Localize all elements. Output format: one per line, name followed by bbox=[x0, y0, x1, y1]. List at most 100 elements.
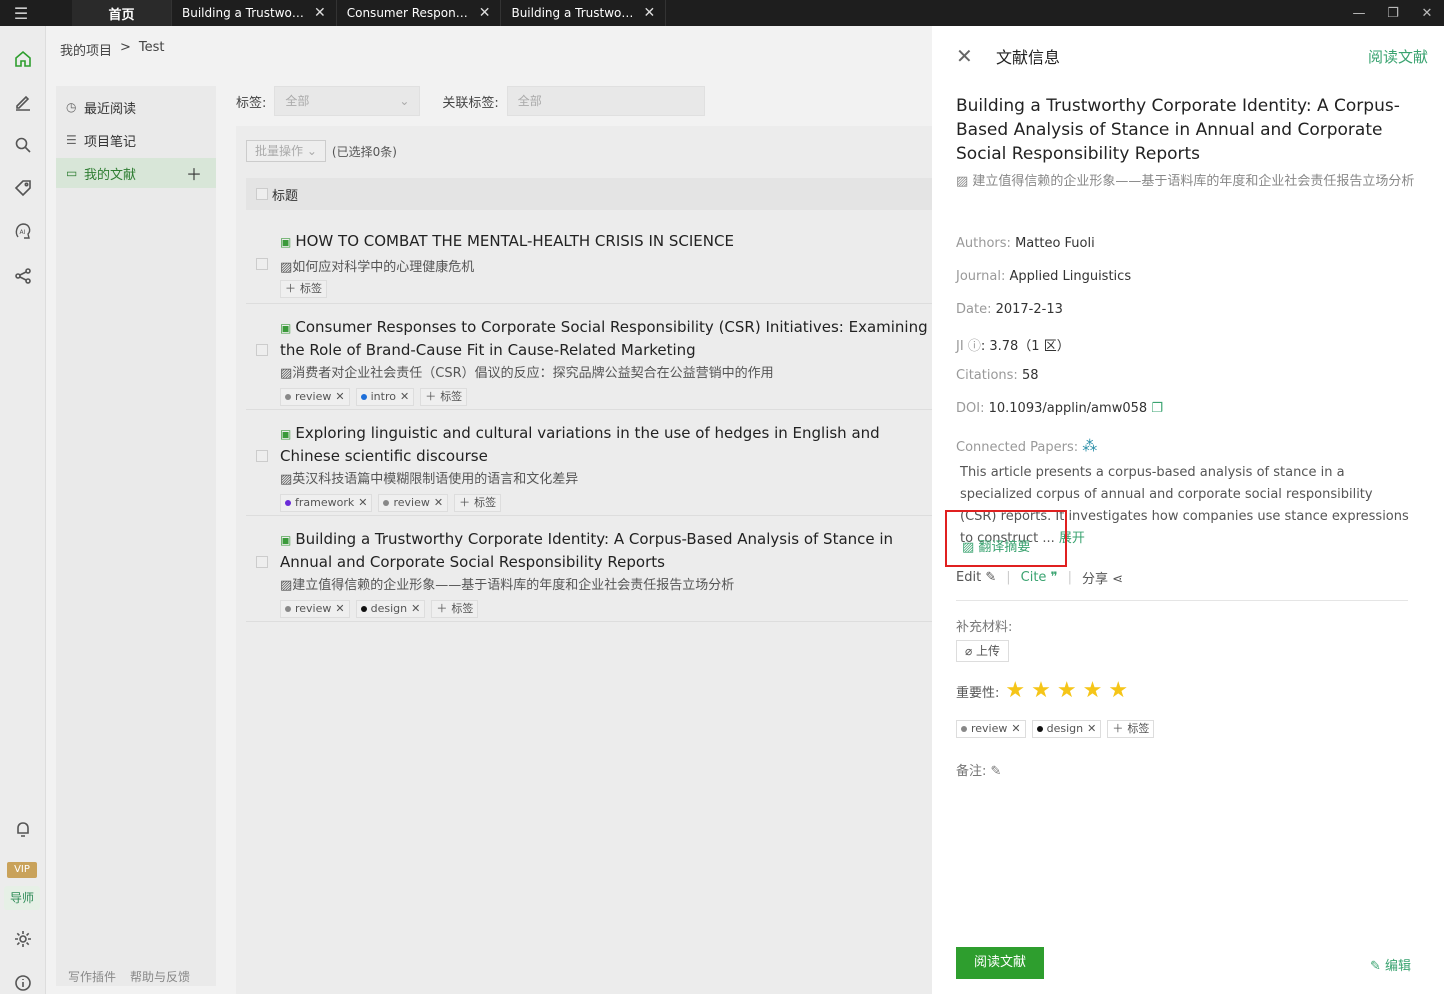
mentor-button[interactable]: 导师 bbox=[4, 886, 40, 910]
breadcrumb: 我的项目 > Test bbox=[60, 40, 165, 59]
nav-my-docs[interactable]: ▭ 我的文献 ＋ bbox=[56, 158, 216, 188]
upload-button[interactable]: ⌀ 上传 bbox=[956, 640, 1010, 662]
edit-notes-icon[interactable]: ✎ bbox=[991, 764, 1002, 779]
add-tag-button[interactable]: ＋ 标签 bbox=[280, 280, 327, 298]
tab-doc-1[interactable]: Building a Trustworth... ✕ bbox=[172, 0, 337, 26]
close-icon[interactable]: ✕ bbox=[314, 5, 326, 21]
edit-doc-button[interactable]: ✎ 编辑 bbox=[1370, 955, 1411, 974]
select-all-checkbox[interactable] bbox=[256, 188, 268, 200]
menu-icon[interactable]: ☰ bbox=[0, 0, 42, 26]
star-icon[interactable]: ★ bbox=[1031, 680, 1051, 702]
tag-chip[interactable]: review ✕ bbox=[280, 600, 350, 618]
tag-filter-select[interactable]: 全部 ⌄ bbox=[274, 86, 421, 116]
window-close-icon[interactable]: ✕ bbox=[1410, 6, 1444, 21]
pdf-icon: ▣ bbox=[280, 427, 292, 441]
tab-doc-2[interactable]: Consumer Responses... ✕ bbox=[336, 0, 502, 26]
add-tag-button[interactable]: ＋ 标签 bbox=[420, 388, 468, 406]
tag-chip[interactable]: review ✕ bbox=[956, 720, 1026, 738]
separator: | bbox=[1006, 570, 1011, 585]
tag-icon[interactable] bbox=[0, 173, 46, 203]
remove-tag-icon[interactable]: ✕ bbox=[358, 495, 367, 511]
search-icon[interactable] bbox=[0, 130, 46, 160]
plugins-link[interactable]: 写作插件 bbox=[68, 968, 116, 985]
tag-color-dot bbox=[360, 394, 367, 400]
batch-bar: 批量操作 ⌄ (已选择0条) bbox=[246, 140, 397, 162]
read-doc-link[interactable]: 阅读文献 bbox=[1368, 46, 1428, 67]
remove-tag-icon[interactable]: ✕ bbox=[400, 389, 409, 405]
remove-tag-icon[interactable]: ✕ bbox=[335, 601, 344, 617]
row-title[interactable]: ▣ Building a Trustworthy Corporate Identi… bbox=[280, 528, 940, 572]
remove-tag-icon[interactable]: ✕ bbox=[411, 601, 420, 617]
row-title[interactable]: ▣ HOW TO COMBAT THE MENTAL-HEALTH CRISIS … bbox=[280, 230, 940, 253]
minimize-icon[interactable]: — bbox=[1342, 6, 1376, 21]
nav-notes[interactable]: ☰ 项目笔记 bbox=[56, 125, 216, 155]
star-icon[interactable]: ★ bbox=[1057, 680, 1077, 702]
copy-icon[interactable]: ❐ bbox=[1151, 401, 1163, 416]
column-title[interactable]: 标题 bbox=[272, 185, 298, 204]
row-checkbox[interactable] bbox=[256, 258, 268, 270]
remove-tag-icon[interactable]: ✕ bbox=[434, 495, 443, 511]
breadcrumb-current[interactable]: Test bbox=[139, 40, 165, 59]
edit-icon: ✎ bbox=[1370, 959, 1386, 974]
nav-recent[interactable]: ◷ 最近阅读 bbox=[56, 92, 216, 122]
tag-chip[interactable]: intro ✕ bbox=[355, 388, 415, 406]
tag-chip[interactable]: review ✕ bbox=[378, 494, 449, 512]
ji-row: JI ⓘ: 3.78（1 区） bbox=[956, 339, 1070, 354]
divider bbox=[956, 600, 1408, 601]
home-icon[interactable] bbox=[0, 44, 46, 74]
list-item[interactable]: ▣ Consumer Responses to Corporate Social … bbox=[246, 304, 936, 410]
share-button[interactable]: 分享 ⋖ bbox=[1082, 568, 1123, 587]
tab-home[interactable]: 首页 bbox=[72, 0, 172, 26]
remove-tag-icon[interactable]: ✕ bbox=[1087, 721, 1096, 737]
tag-color-dot bbox=[285, 394, 291, 400]
row-checkbox[interactable] bbox=[256, 450, 268, 462]
row-checkbox[interactable] bbox=[256, 344, 268, 356]
row-title[interactable]: ▣ Exploring linguistic and cultural varia… bbox=[280, 422, 940, 466]
connected-papers-icon[interactable]: ⁂ bbox=[1082, 437, 1097, 455]
row-subtitle: ▨如何应对科学中的心理健康危机 bbox=[280, 256, 474, 275]
info-icon[interactable] bbox=[0, 968, 46, 994]
share-network-icon[interactable] bbox=[0, 261, 46, 291]
info-circle-icon[interactable]: ⓘ bbox=[968, 339, 981, 354]
tab-doc-3[interactable]: Building a Trustworth... ✕ bbox=[501, 0, 667, 26]
maximize-icon[interactable]: ❐ bbox=[1376, 6, 1410, 21]
close-icon[interactable]: ✕ bbox=[956, 44, 980, 68]
vip-badge[interactable]: VIP bbox=[7, 862, 37, 878]
list-item[interactable]: ▣ Building a Trustworthy Corporate Identi… bbox=[246, 516, 936, 622]
cite-button[interactable]: Cite ❞ bbox=[1021, 570, 1058, 585]
star-icon[interactable]: ★ bbox=[1108, 680, 1128, 702]
add-tag-button[interactable]: ＋ 标签 bbox=[1107, 720, 1155, 738]
add-icon[interactable]: ＋ bbox=[186, 161, 202, 185]
bell-icon[interactable] bbox=[0, 814, 46, 844]
tag-chip[interactable]: review ✕ bbox=[280, 388, 350, 406]
close-icon[interactable]: ✕ bbox=[643, 5, 655, 21]
help-link[interactable]: 帮助与反馈 bbox=[130, 968, 190, 985]
breadcrumb-root[interactable]: 我的项目 bbox=[60, 40, 112, 59]
star-icon[interactable]: ★ bbox=[1005, 680, 1025, 702]
close-icon[interactable]: ✕ bbox=[479, 5, 491, 21]
quote-icon: ❞ bbox=[1050, 570, 1058, 585]
ai-icon[interactable]: AI bbox=[0, 216, 46, 246]
remove-tag-icon[interactable]: ✕ bbox=[335, 389, 344, 405]
batch-action-select[interactable]: 批量操作 ⌄ bbox=[246, 140, 326, 162]
related-filter-input[interactable]: 全部 bbox=[506, 86, 705, 116]
row-subtitle: ▨建立值得信赖的企业形象——基于语料库的年度和企业社会责任报告立场分析 bbox=[280, 574, 734, 593]
remove-tag-icon[interactable]: ✕ bbox=[1011, 721, 1020, 737]
add-tag-button[interactable]: ＋ 标签 bbox=[431, 600, 479, 618]
star-icon[interactable]: ★ bbox=[1083, 680, 1103, 702]
pen-icon[interactable] bbox=[0, 87, 46, 117]
add-tag-button[interactable]: ＋ 标签 bbox=[454, 494, 502, 512]
row-tags: review ✕ intro ✕ ＋ 标签 bbox=[280, 388, 468, 406]
edit-button[interactable]: Edit ✎ bbox=[956, 570, 996, 585]
list-item[interactable]: ▣ Exploring linguistic and cultural varia… bbox=[246, 410, 936, 516]
tag-chip[interactable]: design ✕ bbox=[355, 600, 426, 618]
folder-icon: ▭ bbox=[66, 166, 78, 180]
tag-chip[interactable]: design ✕ bbox=[1031, 720, 1102, 738]
list-item[interactable]: ▣ HOW TO COMBAT THE MENTAL-HEALTH CRISIS … bbox=[246, 218, 936, 304]
read-doc-button[interactable]: 阅读文献 bbox=[956, 947, 1044, 979]
settings-gear-icon[interactable] bbox=[0, 924, 46, 954]
row-title[interactable]: ▣ Consumer Responses to Corporate Social … bbox=[280, 316, 940, 360]
tag-chip[interactable]: framework ✕ bbox=[280, 494, 373, 512]
row-checkbox[interactable] bbox=[256, 556, 268, 568]
doi-value[interactable]: 10.1093/applin/amw058 bbox=[989, 401, 1148, 416]
